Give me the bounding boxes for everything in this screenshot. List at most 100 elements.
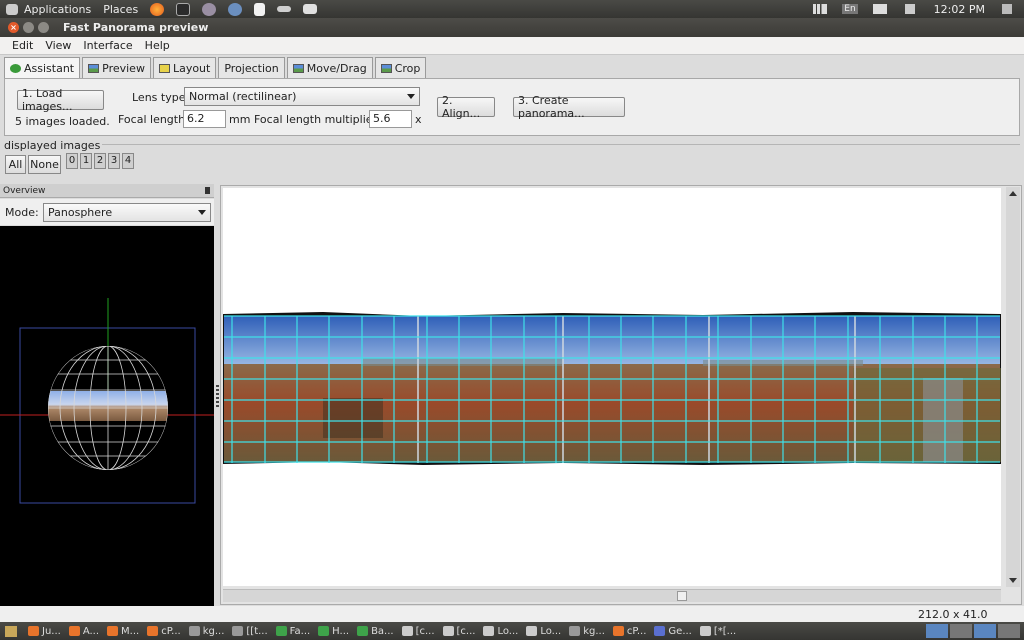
close-window-button[interactable]: × <box>8 22 19 33</box>
gimp-launcher-icon[interactable] <box>202 2 217 16</box>
overview-header: Overview <box>0 184 214 198</box>
taskbar-item[interactable]: [c... <box>440 623 479 639</box>
show-all-button[interactable]: All <box>5 155 26 174</box>
load-images-button[interactable]: 1. Load images... <box>17 87 104 113</box>
tab-assistant[interactable]: Assistant <box>4 57 81 79</box>
tab-crop[interactable]: Crop <box>374 57 427 78</box>
taskbar-item[interactable]: Lo... <box>480 623 521 639</box>
taskbar-item[interactable]: H... <box>315 623 352 639</box>
menu-interface[interactable]: Interface <box>77 39 138 52</box>
window-icon <box>275 626 287 636</box>
panosphere-view <box>0 298 214 504</box>
window-icon <box>68 626 80 636</box>
chevron-down-icon <box>198 210 206 215</box>
multiplier-input[interactable]: 5.6 <box>369 110 412 128</box>
taskbar-item[interactable]: Ju... <box>25 623 64 639</box>
overview-canvas[interactable] <box>0 226 214 606</box>
signal-icon[interactable] <box>813 4 828 14</box>
lens-type-select[interactable]: Normal (rectilinear) <box>184 87 420 106</box>
image-toggle-1[interactable]: 1 <box>80 153 92 169</box>
menu-edit[interactable]: Edit <box>6 39 39 52</box>
mode-label: Mode: <box>5 206 39 219</box>
vertical-scrollbar[interactable] <box>1006 187 1020 587</box>
taskbar-item[interactable]: [c... <box>399 623 438 639</box>
terminal-launcher-icon[interactable] <box>176 2 191 16</box>
taskbar-item[interactable]: A... <box>66 623 102 639</box>
browser-launcher-icon[interactable] <box>228 2 243 16</box>
align-button[interactable]: 2. Align... <box>437 94 495 120</box>
menu-view[interactable]: View <box>39 39 77 52</box>
places-menu[interactable]: Places <box>97 0 144 18</box>
taskbar-item[interactable]: cP... <box>144 623 184 639</box>
network-launcher-icon[interactable] <box>277 6 292 12</box>
taskbar-item[interactable]: kg... <box>186 623 228 639</box>
firefox-launcher-icon[interactable] <box>150 2 165 16</box>
session-icon[interactable] <box>1002 4 1012 14</box>
taskbar-item[interactable]: M... <box>104 623 142 639</box>
panorama-preview <box>223 312 1001 465</box>
workspace-switcher[interactable] <box>926 624 1020 638</box>
applications-menu[interactable]: Applications <box>0 0 97 18</box>
chevron-down-icon <box>407 94 415 99</box>
image-toggle-2[interactable]: 2 <box>94 153 106 169</box>
image-toggle-0[interactable]: 0 <box>66 153 78 169</box>
workspace-2[interactable] <box>950 624 972 638</box>
focal-length-input[interactable]: 6.2 <box>183 110 226 128</box>
layout-icon <box>158 63 170 73</box>
maximize-window-button[interactable] <box>38 22 49 33</box>
taskbar: Ju... A... M... cP... kg... [[t... Fa...… <box>0 622 1024 640</box>
preview-canvas[interactable] <box>223 188 1001 586</box>
preview-icon <box>88 63 100 73</box>
dock-pin-icon[interactable] <box>205 187 210 194</box>
tab-move-drag[interactable]: Move/Drag <box>286 57 373 78</box>
assistant-panel: 1. Load images... 5 images loaded. Lens … <box>4 78 1020 136</box>
taskbar-item[interactable]: kg... <box>566 623 608 639</box>
tab-layout[interactable]: Layout <box>152 57 217 78</box>
crop-icon <box>380 63 392 73</box>
taskbar-item[interactable]: [[t... <box>229 623 270 639</box>
printer-launcher-icon[interactable] <box>303 4 318 14</box>
taskbar-item[interactable]: [*[... <box>697 623 739 639</box>
window-icon <box>107 626 119 636</box>
taskbar-item[interactable]: Fa... <box>273 623 314 639</box>
window-icon <box>526 626 538 636</box>
displayed-images-group: displayed images All None 0 1 2 3 4 <box>4 139 1020 178</box>
focal-length-label: Focal length: <box>118 113 189 126</box>
clock[interactable]: 12:02 PM <box>934 3 985 16</box>
image-toggle-4[interactable]: 4 <box>122 153 134 169</box>
show-none-button[interactable]: None <box>28 155 61 174</box>
workspace-4[interactable] <box>998 624 1020 638</box>
keyboard-layout-indicator[interactable]: En <box>842 4 858 14</box>
minimize-window-button[interactable] <box>23 22 34 33</box>
top-panel: Applications Places En 12:02 PM <box>0 0 1024 18</box>
workspace-1[interactable] <box>926 624 948 638</box>
tab-preview[interactable]: Preview <box>82 57 151 78</box>
scroll-thumb[interactable] <box>677 591 687 601</box>
applications-icon <box>6 3 18 15</box>
show-desktop-icon[interactable] <box>5 625 17 637</box>
multiplier-unit: x <box>415 113 422 126</box>
taskbar-item[interactable]: Ge... <box>651 623 694 639</box>
horizontal-scrollbar[interactable] <box>223 589 1001 602</box>
volume-icon[interactable] <box>904 4 915 14</box>
menu-help[interactable]: Help <box>139 39 176 52</box>
window-icon <box>232 626 244 636</box>
assistant-icon <box>10 64 21 73</box>
images-loaded-status: 5 images loaded. <box>15 115 110 128</box>
window-icon <box>28 626 39 636</box>
create-panorama-button[interactable]: 3. Create panorama... <box>513 94 625 120</box>
image-toggle-3[interactable]: 3 <box>108 153 120 169</box>
splitter-handle[interactable] <box>216 385 219 409</box>
taskbar-item[interactable]: Lo... <box>523 623 564 639</box>
tab-projection[interactable]: Projection <box>218 57 285 78</box>
document-launcher-icon[interactable] <box>254 2 266 16</box>
taskbar-item[interactable]: Ba... <box>354 623 397 639</box>
taskbar-item[interactable]: cP... <box>610 623 650 639</box>
mail-icon[interactable] <box>872 4 887 14</box>
scroll-down-icon[interactable] <box>1009 578 1017 583</box>
system-tray: En 12:02 PM <box>804 0 1024 18</box>
tab-bar: Assistant Preview Layout Projection Move… <box>4 57 428 79</box>
scroll-up-icon[interactable] <box>1009 191 1017 196</box>
mode-select[interactable]: Panosphere <box>43 203 211 222</box>
workspace-3[interactable] <box>974 624 996 638</box>
